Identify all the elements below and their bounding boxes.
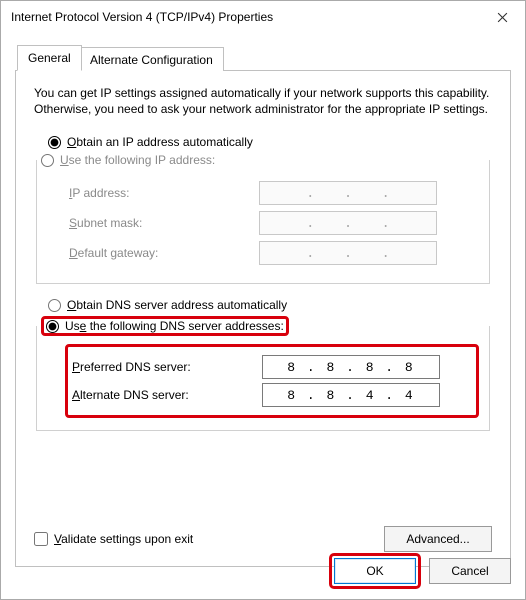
validate-checkbox[interactable] (34, 532, 48, 546)
subnet-mask-input: . . . (259, 211, 437, 235)
dns-manual-group: Usee the following DNS server addresses:… (36, 316, 490, 431)
dns-fields-highlight: Preferred DNS server: 8 . 8 . 8 . 8 Alte… (65, 344, 479, 418)
preferred-dns-label: Preferred DNS server: (72, 360, 262, 374)
alternate-dns-input[interactable]: 8 . 8 . 4 . 4 (262, 383, 440, 407)
default-gateway-input: . . . (259, 241, 437, 265)
ip-address-input: . . . (259, 181, 437, 205)
alternate-dns-label: Alternate DNS server: (72, 388, 262, 402)
close-icon (497, 12, 508, 23)
ip-auto-row[interactable]: Obtain an IP address automatically (48, 135, 492, 149)
ip-auto-label: Obtain an IP address automatically (67, 135, 253, 149)
ok-highlight: OK (329, 553, 421, 589)
preferred-dns-input[interactable]: 8 . 8 . 8 . 8 (262, 355, 440, 379)
ok-button[interactable]: OK (334, 558, 416, 584)
validate-label: Validate settings upon exit (54, 532, 193, 546)
tab-panel-general: You can get IP settings assigned automat… (15, 71, 511, 567)
dialog-window: Internet Protocol Version 4 (TCP/IPv4) P… (0, 0, 526, 600)
close-button[interactable] (479, 1, 525, 33)
dialog-footer: OK Cancel (329, 553, 511, 589)
tab-general[interactable]: General (17, 45, 82, 71)
window-title: Internet Protocol Version 4 (TCP/IPv4) P… (11, 10, 479, 24)
dns-auto-label: Obtain DNS server address automatically (67, 298, 287, 312)
tab-alternate-configuration[interactable]: Alternate Configuration (79, 47, 224, 71)
dns-auto-radio[interactable] (48, 299, 61, 312)
cancel-button[interactable]: Cancel (429, 558, 511, 584)
bottom-row: Validate settings upon exit Advanced... (34, 526, 492, 552)
dns-auto-row[interactable]: Obtain DNS server address automatically (48, 298, 492, 312)
validate-checkbox-row[interactable]: Validate settings upon exit (34, 532, 193, 546)
tab-strip: General Alternate Configuration (15, 47, 511, 71)
ip-manual-group: Use the following IP address: IP address… (36, 153, 490, 284)
ip-manual-label: Use the following IP address: (60, 153, 215, 167)
subnet-mask-label: Subnet mask: (69, 216, 259, 230)
ip-auto-radio[interactable] (48, 136, 61, 149)
dns-manual-radio[interactable] (46, 320, 59, 333)
intro-text: You can get IP settings assigned automat… (34, 85, 492, 117)
dns-manual-label: Usee the following DNS server addresses:… (65, 319, 284, 333)
default-gateway-label: Default gateway: (69, 246, 259, 260)
ip-address-label: IP address: (69, 186, 259, 200)
advanced-button[interactable]: Advanced... (384, 526, 492, 552)
ip-manual-radio[interactable] (41, 154, 54, 167)
titlebar: Internet Protocol Version 4 (TCP/IPv4) P… (1, 1, 525, 33)
